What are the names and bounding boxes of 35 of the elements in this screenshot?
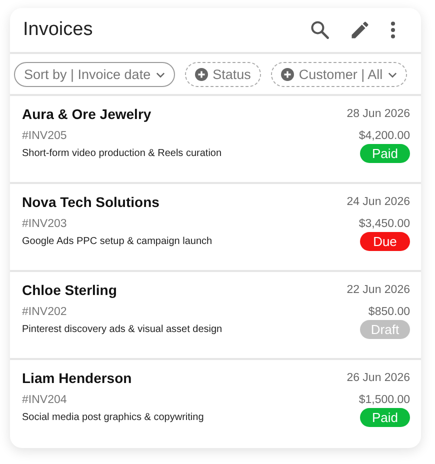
invoice-description: Google Ads PPC setup & campaign launch	[22, 236, 212, 247]
search-icon[interactable]	[309, 19, 331, 41]
invoice-date: 22 Jun 2026	[346, 284, 410, 296]
invoice-description: Social media post graphics & copywriting	[22, 412, 204, 423]
customer-name: Nova Tech Solutions	[22, 194, 160, 210]
caret-icon	[388, 72, 397, 78]
invoice-amount: $850.00	[368, 306, 410, 318]
invoice-description: Pinterest discovery ads & visual asset design	[22, 324, 222, 335]
status-badge: Due	[360, 232, 410, 251]
page-title: Invoices	[23, 19, 93, 41]
status-badge: Draft	[360, 320, 410, 339]
plus-icon	[194, 68, 208, 81]
invoice-description: Short-form video production & Reels curation	[22, 148, 222, 159]
customer-name: Aura & Ore Jewelry	[22, 106, 152, 122]
customer-name: Liam Henderson	[22, 370, 132, 386]
filter-chip[interactable]: Sort by | Invoice date	[14, 62, 175, 87]
pencil-icon[interactable]	[349, 19, 371, 41]
filter-chip[interactable]: Customer | All	[270, 62, 407, 87]
invoice-date: 28 Jun 2026	[346, 108, 410, 120]
more-icon[interactable]	[389, 19, 397, 41]
invoice-date: 26 Jun 2026	[346, 372, 410, 384]
invoice-amount: $1,500.00	[358, 394, 410, 406]
invoice-amount: $4,200.00	[358, 130, 410, 142]
caret-icon	[156, 72, 165, 78]
invoice-number: #INV204	[22, 394, 67, 406]
customer-name: Chloe Sterling	[22, 282, 117, 298]
status-badge: Paid	[360, 144, 410, 163]
plus-icon	[280, 68, 294, 81]
invoice-number: #INV203	[22, 218, 67, 230]
invoice-amount: $3,450.00	[358, 218, 410, 230]
filter-chip[interactable]: Status	[184, 62, 261, 87]
invoice-number: #INV202	[22, 306, 67, 318]
invoice-number: #INV205	[22, 130, 67, 142]
status-badge: Paid	[360, 408, 410, 427]
invoice-date: 24 Jun 2026	[346, 196, 410, 208]
